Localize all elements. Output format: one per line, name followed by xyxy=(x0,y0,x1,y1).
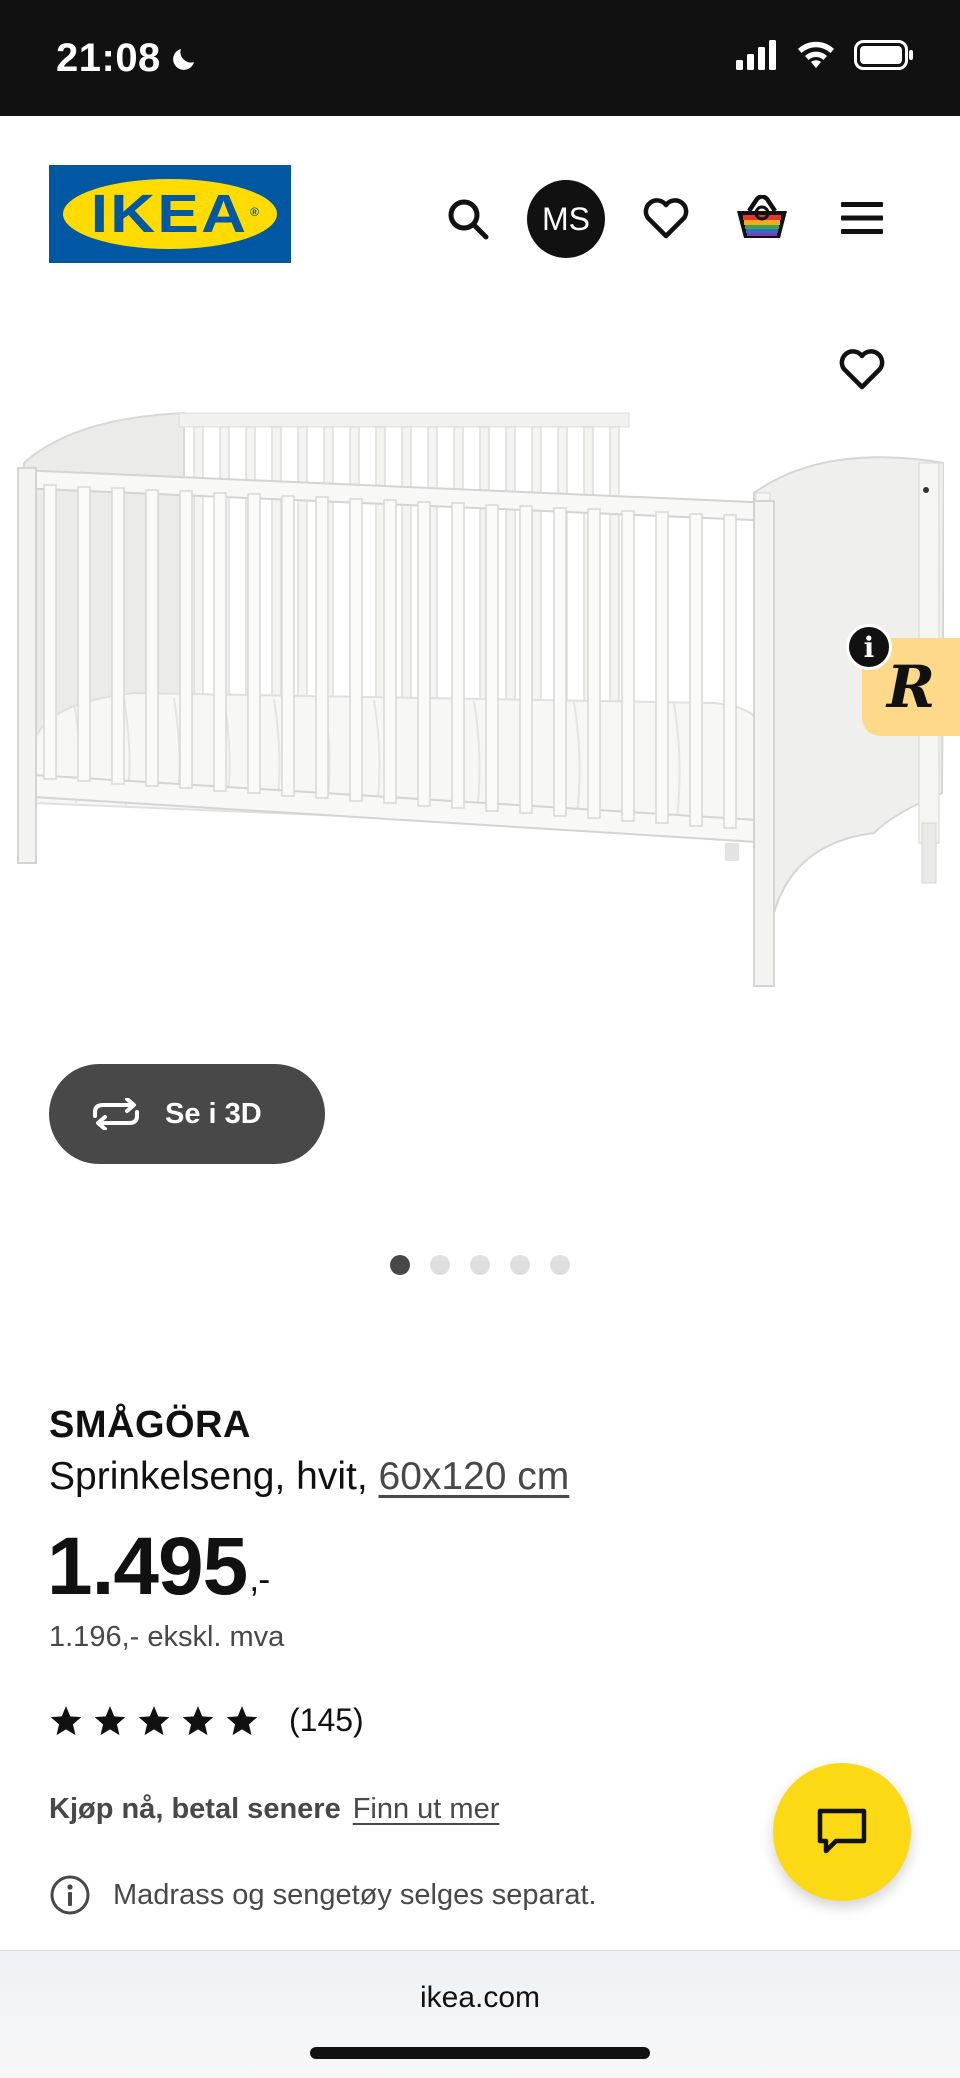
product-name: SMÅGÖRA xyxy=(49,1404,251,1446)
info-icon[interactable]: i xyxy=(846,624,892,670)
product-description-text: Sprinkelseng, hvit, xyxy=(49,1455,379,1498)
status-bar: 21:08 xyxy=(0,0,960,116)
cellular-signal-icon xyxy=(736,40,776,70)
product-rating[interactable]: (145) xyxy=(49,1702,364,1739)
star-icon xyxy=(94,1705,126,1735)
rating-count: (145) xyxy=(289,1702,364,1738)
add-to-favorites-button[interactable] xyxy=(830,337,894,401)
logo-oval: IKEA ® xyxy=(63,179,277,249)
menu-button[interactable] xyxy=(830,186,894,250)
reviews-widget[interactable]: R i xyxy=(846,624,960,736)
price-value: 1.495 xyxy=(47,1521,248,1612)
status-time: 21:08 xyxy=(56,36,199,81)
site-header: IKEA ® MS xyxy=(0,116,960,291)
heart-icon xyxy=(839,349,885,390)
search-icon xyxy=(448,199,489,240)
learn-more-link[interactable]: Finn ut mer xyxy=(353,1793,500,1826)
browser-address-bar[interactable]: ikea.com xyxy=(0,1950,960,2078)
gallery-dot-active[interactable] xyxy=(390,1255,410,1275)
logo-text: IKEA xyxy=(91,184,249,244)
battery-icon xyxy=(854,40,913,70)
heart-icon xyxy=(643,198,689,239)
avatar-initials: MS xyxy=(542,200,590,237)
buy-now-label: Kjøp nå, betal senere xyxy=(49,1793,341,1825)
clock-time: 21:08 xyxy=(56,36,161,80)
ikea-logo[interactable]: IKEA ® xyxy=(49,165,291,263)
shopping-basket-button[interactable] xyxy=(730,186,794,250)
basket-icon xyxy=(737,195,787,238)
view-in-3d-button[interactable]: Se i 3D xyxy=(49,1064,325,1164)
chat-button[interactable] xyxy=(773,1763,911,1901)
info-icon xyxy=(50,1875,90,1915)
crib-product-image xyxy=(17,411,944,987)
wishlist-button[interactable] xyxy=(634,186,698,250)
star-icon xyxy=(138,1705,170,1735)
product-description: Sprinkelseng, hvit, 60x120 cm xyxy=(49,1455,569,1499)
home-indicator[interactable] xyxy=(310,2047,650,2059)
moon-icon xyxy=(172,48,194,70)
rotate-3d-icon xyxy=(93,1098,139,1130)
account-avatar-button[interactable]: MS xyxy=(527,180,605,258)
view-in-3d-label: Se i 3D xyxy=(165,1097,262,1130)
product-price: 1.495 ,- xyxy=(47,1520,270,1614)
product-gallery[interactable]: R i Se i 3D xyxy=(0,291,960,1171)
product-notice: Madrass og sengetøy selges separat. xyxy=(49,1874,597,1916)
star-icon xyxy=(182,1705,214,1735)
price-suffix: ,- xyxy=(249,1558,270,1599)
registered-mark: ® xyxy=(250,205,259,219)
gallery-dot[interactable] xyxy=(510,1255,530,1275)
hamburger-menu-icon xyxy=(841,202,883,234)
size-link[interactable]: 60x120 cm xyxy=(379,1455,570,1498)
search-button[interactable] xyxy=(438,189,498,249)
widget-logo-letter: R xyxy=(886,653,936,721)
gallery-dot[interactable] xyxy=(430,1255,450,1275)
status-icons xyxy=(736,40,914,70)
price-excl-vat: 1.196,- ekskl. mva xyxy=(49,1621,285,1653)
star-icon xyxy=(50,1705,82,1735)
gallery-dot[interactable] xyxy=(470,1255,490,1275)
chat-icon xyxy=(817,1808,867,1854)
gallery-dot[interactable] xyxy=(550,1255,570,1275)
star-icon xyxy=(226,1705,258,1735)
buy-now-pay-later: Kjøp nå, betal senere Finn ut mer xyxy=(49,1793,499,1826)
wifi-icon xyxy=(798,41,834,68)
notice-text: Madrass og sengetøy selges separat. xyxy=(113,1878,597,1911)
url-text[interactable]: ikea.com xyxy=(0,1981,960,2015)
gallery-pagination xyxy=(0,1255,960,1275)
